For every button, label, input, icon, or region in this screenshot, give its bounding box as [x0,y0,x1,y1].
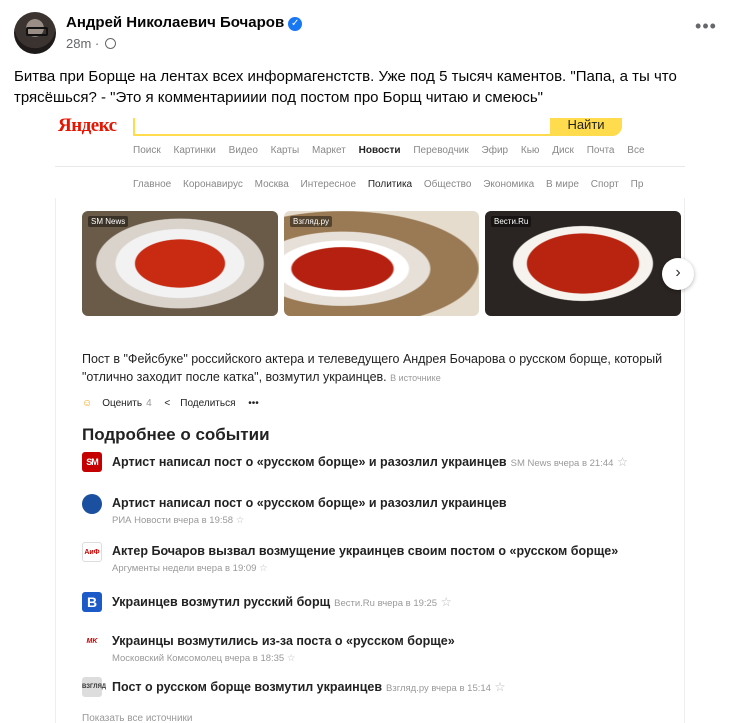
show-all-sources-link: Показать все источники [82,713,193,723]
nav-item: Эфир [481,145,509,156]
rubric-item: В мире [545,179,579,190]
borscht-photo: SM News [82,211,278,316]
yandex-search-input [133,118,553,136]
source-meta-line: РИА Новости вчера в 19:58 ☆ [112,515,244,526]
story-lead-text: Пост в "Фейсбуке" российского актера и т… [82,352,663,384]
source-logo: MK [82,632,102,652]
source-meta: Вести.Ru вчера в 19:25 [334,598,438,609]
star-icon: ☆ [616,455,629,469]
yandex-logo: Яндекс [58,118,117,136]
headline: Украинцы возмутились из-за поста о «русс… [112,634,455,648]
source-meta-line: Аргументы недели вчера в 19:09 ☆ [112,563,268,574]
nav-item-active: Новости [358,145,401,156]
story-actions: ☺ Оценить 4 < Поделиться ••• [82,398,269,409]
nav-item: Диск [552,145,574,156]
nav-item: Карты [270,145,300,156]
reaction-icon: ☺ [82,398,93,409]
borscht-photo: Взгляд.ру [284,211,479,316]
photo-source-tag: SM News [88,216,129,227]
yandex-services-nav: Поиск Картинки Видео Карты Маркет Новост… [133,145,655,156]
source-logo: B [82,592,102,612]
story-lead: Пост в "Фейсбуке" российского актера и т… [82,350,682,387]
rate-label: Оценить [102,398,143,409]
source-meta: SM News вчера в 21:44 [510,458,614,469]
rubric-item: Интересное [300,179,357,190]
photo-source-tag: Взгляд.ру [290,216,332,227]
post-options-button[interactable]: ••• [690,16,722,40]
headline: Украинцев возмутил русский борщ Вести.Ru … [112,594,452,609]
star-icon: ☆ [440,595,452,609]
star-icon: ☆ [286,653,296,664]
source-meta-line: Московский Комсомолец вчера в 18:35 ☆ [112,653,295,664]
story-card: SM News Взгляд.ру Вести.Ru › Пост в "Фей… [55,198,694,723]
nav-item: Картинки [173,145,216,156]
nav-item: Переводчик [413,145,469,156]
globe-icon [104,38,116,49]
rubric-item: Главное [133,179,172,190]
news-rubrics-nav: Главное Коронавирус Москва Интересное По… [133,179,652,190]
star-icon: ☆ [259,563,268,574]
rubric-item: Москва [254,179,289,190]
source-meta: Московский Комсомолец вчера в 18:35 [112,653,285,664]
rubric-item: Коронавирус [183,179,243,190]
nav-item: Видео [228,145,258,156]
star-icon: ☆ [235,515,245,526]
nav-item: Кью [520,145,540,156]
share-icon: < [164,398,171,409]
rubric-item: Пр [630,179,644,190]
headline-text: Пост о русском борще возмутил украинцев [112,680,383,694]
post-text: Битва при Борще на лентах всех информаге… [14,68,677,106]
source-logo: АиФ [82,542,102,562]
source-logo: SM [82,452,102,472]
source-logo [82,494,102,514]
yandex-search-button: Найти [550,118,622,136]
rubric-item-active: Политика [367,179,413,190]
avatar[interactable] [14,12,56,54]
source-meta: Взгляд.ру вчера в 15:14 [386,683,491,694]
story-lead-source: В источнике [390,373,441,383]
rubric-item: Спорт [590,179,619,190]
yandex-news-screenshot: Яндекс Найти Поиск Картинки Видео Карты … [55,118,694,723]
rubric-item: Экономика [483,179,535,190]
headline: Пост о русском борще возмутил украинцев В… [112,679,506,694]
star-icon: ☆ [494,680,506,694]
post-image[interactable]: Яндекс Найти Поиск Картинки Видео Карты … [0,118,740,723]
yandex-search-bar: Яндекс Найти [55,118,685,138]
author-name-text[interactable]: Андрей Николаевич Бочаров [66,14,284,31]
headline: Артист написал пост о «русском борще» и … [112,496,507,510]
nav-item: Маркет [311,145,346,156]
section-title: Подробнее о событии [82,425,270,444]
post-time[interactable]: 28m [66,36,91,51]
share-label: Поделиться [180,398,236,409]
author-name[interactable]: Андрей Николаевич Бочаров ✓ [66,14,303,31]
photo-source-tag: Вести.Ru [491,216,532,227]
borscht-photo: Вести.Ru [485,211,681,316]
rate-count: 4 [146,398,152,409]
post-header: Андрей Николаевич Бочаров ✓ 28m · ••• [14,12,726,56]
verified-badge-icon: ✓ [288,17,303,31]
nav-item: Все [627,145,645,156]
rubric-item: Общество [423,179,472,190]
more-icon: ••• [248,398,259,409]
source-logo: ВЗГЛЯД [82,677,106,697]
post-meta: 28m · [66,36,116,51]
chevron-right-icon: › [662,258,694,290]
nav-item: Поиск [133,145,161,156]
headline-text: Артист написал пост о «русском борще» и … [112,455,507,469]
headline: Артист написал пост о «русском борще» и … [112,454,628,469]
nav-item: Почта [586,145,615,156]
headline-text: Украинцев возмутил русский борщ [112,595,331,609]
source-meta: Аргументы недели вчера в 19:09 [112,563,257,574]
source-meta: РИА Новости вчера в 19:58 [112,515,234,526]
headline: Актер Бочаров вызвал возмущение украинце… [112,544,619,558]
divider [55,166,685,167]
